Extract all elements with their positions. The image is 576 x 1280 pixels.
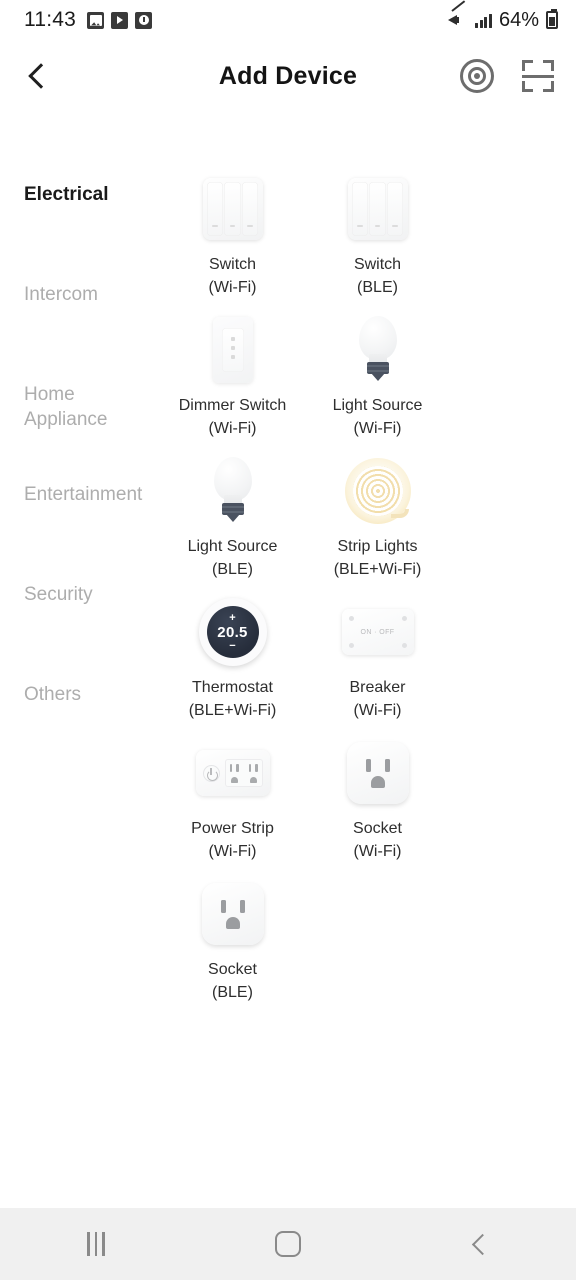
- device-card-light-source-ble[interactable]: Light Source (BLE): [160, 454, 305, 581]
- battery-percent: 64%: [498, 8, 539, 31]
- play-video-icon: [111, 11, 128, 29]
- content-area: Electrical Intercom Home Appliance Enter…: [0, 112, 576, 1232]
- sidebar-item-home-appliance[interactable]: Home Appliance: [0, 382, 150, 482]
- wall-switch-icon: [196, 172, 270, 246]
- wall-switch-icon: [341, 172, 415, 246]
- nav-home-button[interactable]: [192, 1208, 384, 1280]
- device-label: Thermostat (BLE+Wi-Fi): [188, 679, 277, 719]
- device-card-thermostat[interactable]: + 20.5 − Thermostat (BLE+Wi-Fi): [160, 595, 305, 722]
- device-card-socket-ble[interactable]: Socket (BLE): [160, 877, 305, 1004]
- device-card-switch-wifi[interactable]: Switch (Wi-Fi): [160, 172, 305, 299]
- clock-icon: [135, 11, 152, 29]
- back-button[interactable]: [22, 61, 52, 91]
- power-strip-icon: [195, 736, 270, 810]
- mute-icon: [448, 0, 468, 29]
- device-label: Strip Lights (BLE+Wi-Fi): [333, 538, 422, 578]
- signal-icon: [475, 13, 492, 28]
- power-button-glyph: [202, 764, 220, 782]
- gallery-icon: [87, 11, 104, 29]
- nav-back-button[interactable]: [384, 1208, 576, 1280]
- device-card-switch-ble[interactable]: Switch (BLE): [305, 172, 450, 299]
- device-label: Light Source (BLE): [187, 538, 278, 578]
- sidebar-item-electrical[interactable]: Electrical: [0, 182, 150, 282]
- dimmer-switch-icon: [196, 313, 270, 387]
- recents-icon: [87, 1232, 105, 1256]
- sidebar-item-security[interactable]: Security: [0, 582, 150, 682]
- device-card-dimmer-switch-wifi[interactable]: Dimmer Switch (Wi-Fi): [160, 313, 305, 440]
- nav-recents-button[interactable]: [0, 1208, 192, 1280]
- qr-scan-icon[interactable]: [522, 60, 554, 92]
- device-card-breaker[interactable]: ON · OFF Breaker (Wi-Fi): [305, 595, 450, 722]
- app-screen: 11:43 64% Add Device Electrical Intercom…: [0, 0, 576, 1280]
- device-label: Switch (Wi-Fi): [208, 256, 257, 296]
- device-label: Socket (BLE): [208, 961, 257, 1001]
- light-bulb-icon: [196, 454, 270, 528]
- device-label: Switch (BLE): [353, 256, 402, 296]
- home-icon: [275, 1231, 301, 1257]
- battery-icon: [546, 9, 558, 29]
- light-bulb-icon: [341, 313, 415, 387]
- status-bar: 11:43 64%: [0, 0, 576, 40]
- device-label: Power Strip (Wi-Fi): [191, 820, 274, 860]
- strip-light-icon: [341, 454, 415, 528]
- device-label: Breaker (Wi-Fi): [349, 679, 406, 719]
- category-sidebar: Electrical Intercom Home Appliance Enter…: [0, 112, 160, 1232]
- breaker-icon: ON · OFF: [341, 595, 415, 669]
- device-card-light-source-wifi[interactable]: Light Source (Wi-Fi): [305, 313, 450, 440]
- android-nav-bar: [0, 1208, 576, 1280]
- breaker-label: ON · OFF: [360, 628, 395, 636]
- device-label: Socket (Wi-Fi): [353, 820, 402, 860]
- app-header: Add Device: [0, 40, 576, 112]
- thermostat-icon: + 20.5 −: [196, 595, 270, 669]
- thermostat-temperature: 20.5: [217, 623, 248, 641]
- radar-scan-icon[interactable]: [460, 59, 494, 93]
- sidebar-item-others[interactable]: Others: [0, 682, 150, 782]
- device-grid-wrapper: Switch (Wi-Fi) Switch (BLE) Dimmer Switc…: [160, 112, 576, 1232]
- sidebar-item-intercom[interactable]: Intercom: [0, 282, 150, 382]
- device-label: Dimmer Switch (Wi-Fi): [178, 397, 287, 437]
- thermostat-plus: +: [229, 611, 236, 624]
- thermostat-minus: −: [229, 639, 236, 652]
- status-time: 11:43: [24, 8, 76, 31]
- back-icon: [468, 1232, 492, 1256]
- sidebar-item-entertainment[interactable]: Entertainment: [0, 482, 150, 582]
- device-grid: Switch (Wi-Fi) Switch (BLE) Dimmer Switc…: [160, 172, 576, 1018]
- socket-icon: [341, 736, 415, 810]
- socket-icon: [196, 877, 270, 951]
- device-label: Light Source (Wi-Fi): [332, 397, 423, 437]
- status-right: 64%: [448, 0, 558, 32]
- device-card-power-strip[interactable]: Power Strip (Wi-Fi): [160, 736, 305, 863]
- notification-icons: [87, 11, 152, 29]
- header-actions: [460, 59, 554, 93]
- device-card-socket-wifi[interactable]: Socket (Wi-Fi): [305, 736, 450, 863]
- device-card-strip-lights[interactable]: Strip Lights (BLE+Wi-Fi): [305, 454, 450, 581]
